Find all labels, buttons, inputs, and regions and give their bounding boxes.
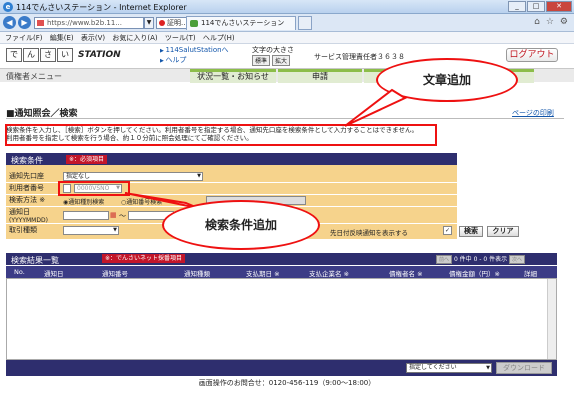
callout-search-condition-added: 検索条件追加	[162, 200, 320, 250]
callout-tail-1	[344, 88, 408, 127]
